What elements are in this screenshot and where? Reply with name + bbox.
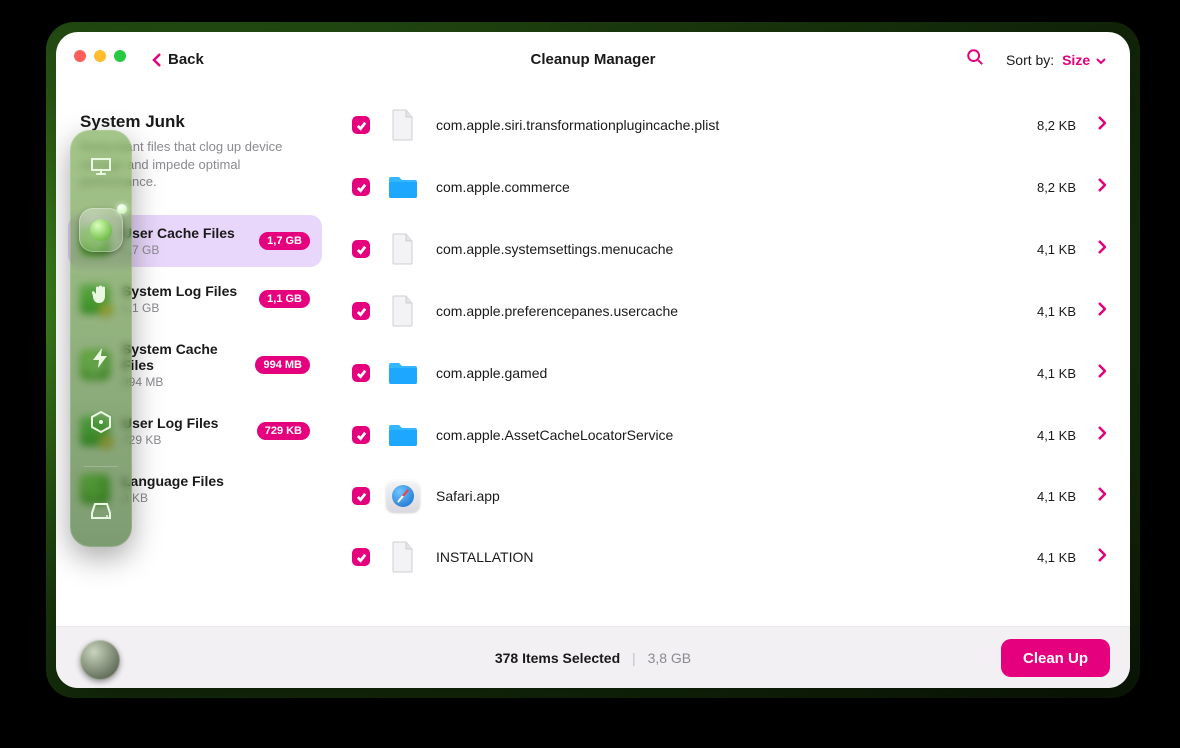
chevron-left-icon [152,52,162,68]
sort-button[interactable]: Sort by: Size [1006,52,1106,68]
drive-icon [89,499,113,523]
file-row[interactable]: Safari.app 4,1 KB [334,466,1130,526]
file-icon [386,294,420,328]
hand-icon [89,282,113,306]
selected-size: 3,8 GB [648,650,692,666]
chevron-right-icon [1098,302,1106,321]
category-size: 0 KB [122,491,310,505]
monitor-icon [89,154,113,178]
search-button[interactable] [966,48,984,71]
file-checkbox[interactable] [352,487,370,505]
folder-icon [386,356,420,390]
file-checkbox[interactable] [352,426,370,444]
file-size: 4,1 KB [1037,489,1076,504]
file-name: com.apple.commerce [436,179,1021,195]
footer: 378 Items Selected | 3,8 GB Clean Up [56,626,1130,688]
file-icon [386,232,420,266]
cleanup-icon [90,219,112,241]
category-badge: 1,7 GB [259,232,310,250]
file-checkbox[interactable] [352,116,370,134]
file-list: com.apple.siri.transformationplugincache… [334,88,1130,626]
file-name: com.apple.gamed [436,365,1021,381]
file-checkbox[interactable] [352,178,370,196]
category-size: 1,1 GB [122,301,247,315]
sort-label: Sort by: [1006,52,1054,68]
app-dock [70,130,132,547]
file-size: 4,1 KB [1037,366,1076,381]
file-checkbox[interactable] [352,240,370,258]
folder-icon [386,418,420,452]
dock-item-apps[interactable] [79,400,123,444]
chevron-right-icon [1098,426,1106,445]
chevron-down-icon [1096,57,1106,65]
file-name: Safari.app [436,488,1021,504]
safari-icon [386,480,420,512]
category-name: User Cache Files [122,225,247,241]
back-button[interactable]: Back [152,51,204,68]
category-size: 1,7 GB [122,243,247,257]
file-name: com.apple.siri.transformationplugincache… [436,117,1021,133]
sort-value: Size [1062,52,1090,68]
section-title: System Junk [80,112,310,132]
file-name: com.apple.systemsettings.menucache [436,241,1021,257]
dock-item-privacy[interactable] [79,272,123,316]
file-checkbox[interactable] [352,302,370,320]
bolt-icon [89,346,113,370]
category-name: System Log Files [122,283,247,299]
chevron-right-icon [1098,487,1106,506]
file-icon [386,108,420,142]
apps-icon [89,410,113,434]
category-name: User Log Files [122,415,245,431]
file-row[interactable]: com.apple.commerce 8,2 KB [334,156,1130,218]
file-size: 4,1 KB [1037,550,1076,565]
user-avatar[interactable] [80,640,120,680]
file-size: 8,2 KB [1037,118,1076,133]
chevron-right-icon [1098,364,1106,383]
file-name: com.apple.AssetCacheLocatorService [436,427,1021,443]
category-size: 994 MB [122,375,243,389]
category-name: Language Files [122,473,310,489]
dock-item-cleanup[interactable] [79,208,123,252]
file-row[interactable]: com.apple.preferencepanes.usercache 4,1 … [334,280,1130,342]
file-name: com.apple.preferencepanes.usercache [436,303,1021,319]
search-icon [966,48,984,66]
cleanup-button[interactable]: Clean Up [1001,639,1110,677]
chevron-right-icon [1098,548,1106,567]
category-badge: 994 MB [255,356,310,374]
category-size: 729 KB [122,433,245,447]
file-row[interactable]: com.apple.systemsettings.menucache 4,1 K… [334,218,1130,280]
maximize-window-button[interactable] [114,50,126,62]
file-row[interactable]: com.apple.gamed 4,1 KB [334,342,1130,404]
file-row[interactable]: com.apple.siri.transformationplugincache… [334,94,1130,156]
file-size: 4,1 KB [1037,242,1076,257]
file-row[interactable]: INSTALLATION 4,1 KB [334,526,1130,588]
header: Back Cleanup Manager Sort by: Size [56,32,1130,88]
close-window-button[interactable] [74,50,86,62]
chevron-right-icon [1098,116,1106,135]
file-icon [386,540,420,574]
file-size: 8,2 KB [1037,180,1076,195]
chevron-right-icon [1098,240,1106,259]
file-row[interactable]: com.apple.AssetCacheLocatorService 4,1 K… [334,404,1130,466]
file-size: 4,1 KB [1037,428,1076,443]
minimize-window-button[interactable] [94,50,106,62]
file-name: INSTALLATION [436,549,1021,565]
file-checkbox[interactable] [352,548,370,566]
app-window: Back Cleanup Manager Sort by: Size Syste… [56,32,1130,688]
dock-item-dashboard[interactable] [79,144,123,188]
category-badge: 1,1 GB [259,290,310,308]
window-controls [74,50,126,62]
file-size: 4,1 KB [1037,304,1076,319]
file-checkbox[interactable] [352,364,370,382]
category-badge: 729 KB [257,422,310,440]
folder-icon [386,170,420,204]
dock-item-performance[interactable] [79,336,123,380]
category-name: System Cache Files [122,341,243,373]
dock-item-files[interactable] [79,489,123,533]
chevron-right-icon [1098,178,1106,197]
selected-count: 378 Items Selected [495,650,620,666]
back-label: Back [168,51,204,68]
